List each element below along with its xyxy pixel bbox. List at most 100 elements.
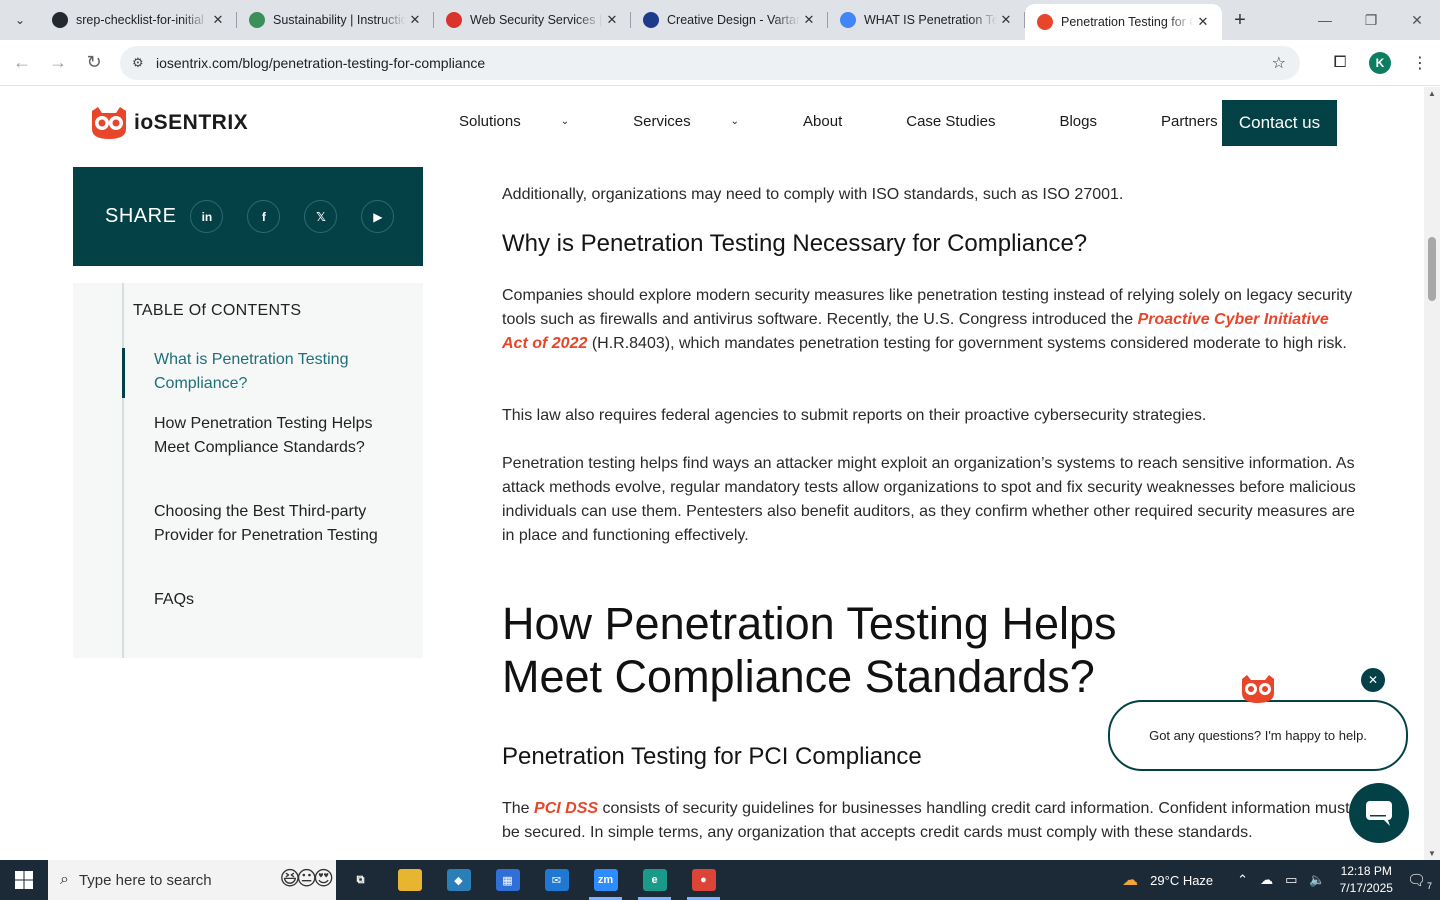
youtube-icon[interactable]: ▶ <box>361 200 395 233</box>
pci-dss-link[interactable]: PCI DSS <box>534 800 598 817</box>
reload-button[interactable]: ↻ <box>76 45 112 81</box>
nav-item-blogs[interactable]: Blogs <box>1059 113 1129 130</box>
forward-button[interactable]: → <box>40 45 76 81</box>
tab-close-icon[interactable]: ✕ <box>406 12 424 28</box>
toc-item-choosing-provider[interactable]: Choosing the Best Third-party Provider f… <box>154 500 384 548</box>
address-bar[interactable]: ⚙ iosentrix.com/blog/penetration-testing… <box>120 46 1300 80</box>
site-logo[interactable]: ioSENTRIX <box>88 105 248 141</box>
toc-item-what-is[interactable]: What is Penetration Testing Compliance? <box>154 348 384 396</box>
chrome-icon: ● <box>691 869 716 891</box>
menu-button[interactable]: ⋮ <box>1400 45 1440 81</box>
clock-time: 12:18 PM <box>1340 864 1392 878</box>
tab-close-icon[interactable]: ✕ <box>1194 14 1212 30</box>
taskbar-app[interactable]: ◆ <box>434 860 483 900</box>
browser-tab[interactable]: Creative Design - Vartar ✕ <box>631 0 828 40</box>
restore-icon[interactable]: ❐ <box>1348 0 1394 40</box>
network-icon[interactable]: ▭ <box>1285 872 1297 888</box>
tab-title: Web Security Services | <box>470 13 603 27</box>
linkedin-icon[interactable]: in <box>190 200 224 233</box>
close-window-icon[interactable]: ✕ <box>1394 0 1440 40</box>
tab-close-icon[interactable]: ✕ <box>603 12 621 28</box>
system-tray: ☁ 29°C Haze ⌃ ☁ ▭ 🔈 12:18 PM 7/17/2025 🗨… <box>1116 860 1440 900</box>
chat-launcher-button[interactable] <box>1349 783 1409 843</box>
nav-item-solutions[interactable]: Solutions ⌄ <box>459 113 601 130</box>
taskbar-app[interactable]: ▦ <box>483 860 532 900</box>
heading-pci: Penetration Testing for PCI Compliance <box>502 743 922 770</box>
owl-icon <box>1037 14 1053 30</box>
browser-tab[interactable]: Penetration Testing for C ✕ <box>1025 4 1222 40</box>
extensions-button[interactable]: ⧠ <box>1320 45 1360 81</box>
start-button[interactable] <box>0 860 48 900</box>
mail-icon: ✉ <box>544 869 569 891</box>
taskbar-app[interactable]: ● <box>679 860 728 900</box>
browser-toolbar: ← → ↻ ⚙ iosentrix.com/blog/penetration-t… <box>0 40 1440 86</box>
new-tab-button[interactable]: + <box>1222 9 1258 32</box>
page-scrollbar[interactable]: ▲ ▼ <box>1424 87 1440 860</box>
toc-item-how-helps[interactable]: How Penetration Testing Helps Meet Compl… <box>154 412 384 460</box>
weather-icon[interactable]: ☁ <box>1122 870 1138 890</box>
nav-item-services[interactable]: Services ⌄ <box>633 113 771 130</box>
window-controls: — ❐ ✕ <box>1302 0 1440 40</box>
chevron-down-icon: ⌄ <box>730 116 740 127</box>
taskbar-app[interactable]: zm <box>581 860 630 900</box>
tab-search-button[interactable]: ⌄ <box>0 0 40 40</box>
clock[interactable]: 12:18 PM 7/17/2025 <box>1340 863 1393 897</box>
scrollbar-thumb[interactable] <box>1428 237 1436 301</box>
nav-item-label: About <box>803 113 843 130</box>
tab-title: Penetration Testing for C <box>1061 15 1194 29</box>
tab-close-icon[interactable]: ✕ <box>997 12 1015 28</box>
contact-us-button[interactable]: Contact us <box>1222 100 1337 146</box>
profile-button[interactable]: K <box>1360 45 1400 81</box>
tab-close-icon[interactable]: ✕ <box>209 12 227 28</box>
bookmark-star-icon[interactable]: ☆ <box>1272 53 1286 73</box>
taskbar-app[interactable]: e <box>630 860 679 900</box>
heading-how-helps: How Penetration Testing Helps Meet Compl… <box>502 598 1117 702</box>
close-icon: ✕ <box>1367 673 1379 687</box>
site-info-icon[interactable]: ⚙ <box>132 55 156 71</box>
paragraph-federal: This law also requires federal agencies … <box>502 407 1207 424</box>
taskbar-app[interactable]: ✉ <box>532 860 581 900</box>
page-viewport: ioSENTRIX Solutions ⌄ Services ⌄ About Case S… <box>0 87 1424 860</box>
chat-close-button[interactable]: ✕ <box>1361 668 1385 692</box>
paragraph-congress: Companies should explore modern security… <box>502 284 1357 356</box>
weather-text[interactable]: 29°C Haze <box>1150 873 1213 888</box>
nav-item-case-studies[interactable]: Case Studies <box>906 113 1027 130</box>
browser-tab[interactable]: Sustainability | Instructio ✕ <box>237 0 434 40</box>
shield-icon <box>446 12 462 28</box>
owl-logo-icon <box>92 107 126 139</box>
chevron-up-icon[interactable]: ⌃ <box>1237 872 1248 888</box>
facebook-icon[interactable]: f <box>247 200 281 233</box>
google-icon <box>840 12 856 28</box>
site-navigation: Solutions ⌄ Services ⌄ About Case Studies Blog… <box>459 113 1282 130</box>
arrow-left-icon: ← <box>13 52 31 72</box>
browser-tab[interactable]: WHAT IS Penetration Te ✕ <box>828 0 1025 40</box>
browser-tab[interactable]: srep-checklist-for-initial ✕ <box>40 0 237 40</box>
chat-greeting-bubble[interactable]: Got any questions? I'm happy to help. <box>1108 700 1408 771</box>
browser-tab[interactable]: Web Security Services | ✕ <box>434 0 631 40</box>
vscode-icon: ◆ <box>446 869 471 891</box>
volume-icon[interactable]: 🔈 <box>1309 872 1325 888</box>
notification-count: 7 <box>1426 881 1432 891</box>
arrow-right-icon: → <box>49 52 67 72</box>
tab-close-icon[interactable]: ✕ <box>800 12 818 28</box>
toc-heading: TABLE Of CONTENTS <box>133 302 302 319</box>
taskbar-app[interactable]: ⧉ <box>336 860 385 900</box>
taskbar-app[interactable] <box>385 860 434 900</box>
minimize-icon[interactable]: — <box>1302 0 1348 40</box>
leaf-icon <box>249 12 265 28</box>
back-button[interactable]: ← <box>4 45 40 81</box>
onedrive-icon[interactable]: ☁ <box>1260 872 1273 888</box>
scroll-down-icon[interactable]: ▼ <box>1424 849 1440 858</box>
scroll-up-icon[interactable]: ▲ <box>1424 89 1440 98</box>
x-twitter-icon[interactable]: 𝕏 <box>304 200 338 233</box>
notification-icon[interactable]: 🗨 7 <box>1407 871 1432 891</box>
toc-rail <box>122 283 124 658</box>
taskbar-search-box[interactable]: ⌕ Type here to search 😆😐😍 <box>48 860 336 900</box>
nav-item-label: Solutions <box>459 113 521 130</box>
nav-item-label: Case Studies <box>906 113 996 130</box>
x-logo-icon <box>643 12 659 28</box>
chat-bubble-icon <box>1366 801 1392 826</box>
task-view-icon: ⧉ <box>356 873 365 886</box>
toc-item-faqs[interactable]: FAQs <box>154 588 384 612</box>
nav-item-about[interactable]: About <box>803 113 874 130</box>
